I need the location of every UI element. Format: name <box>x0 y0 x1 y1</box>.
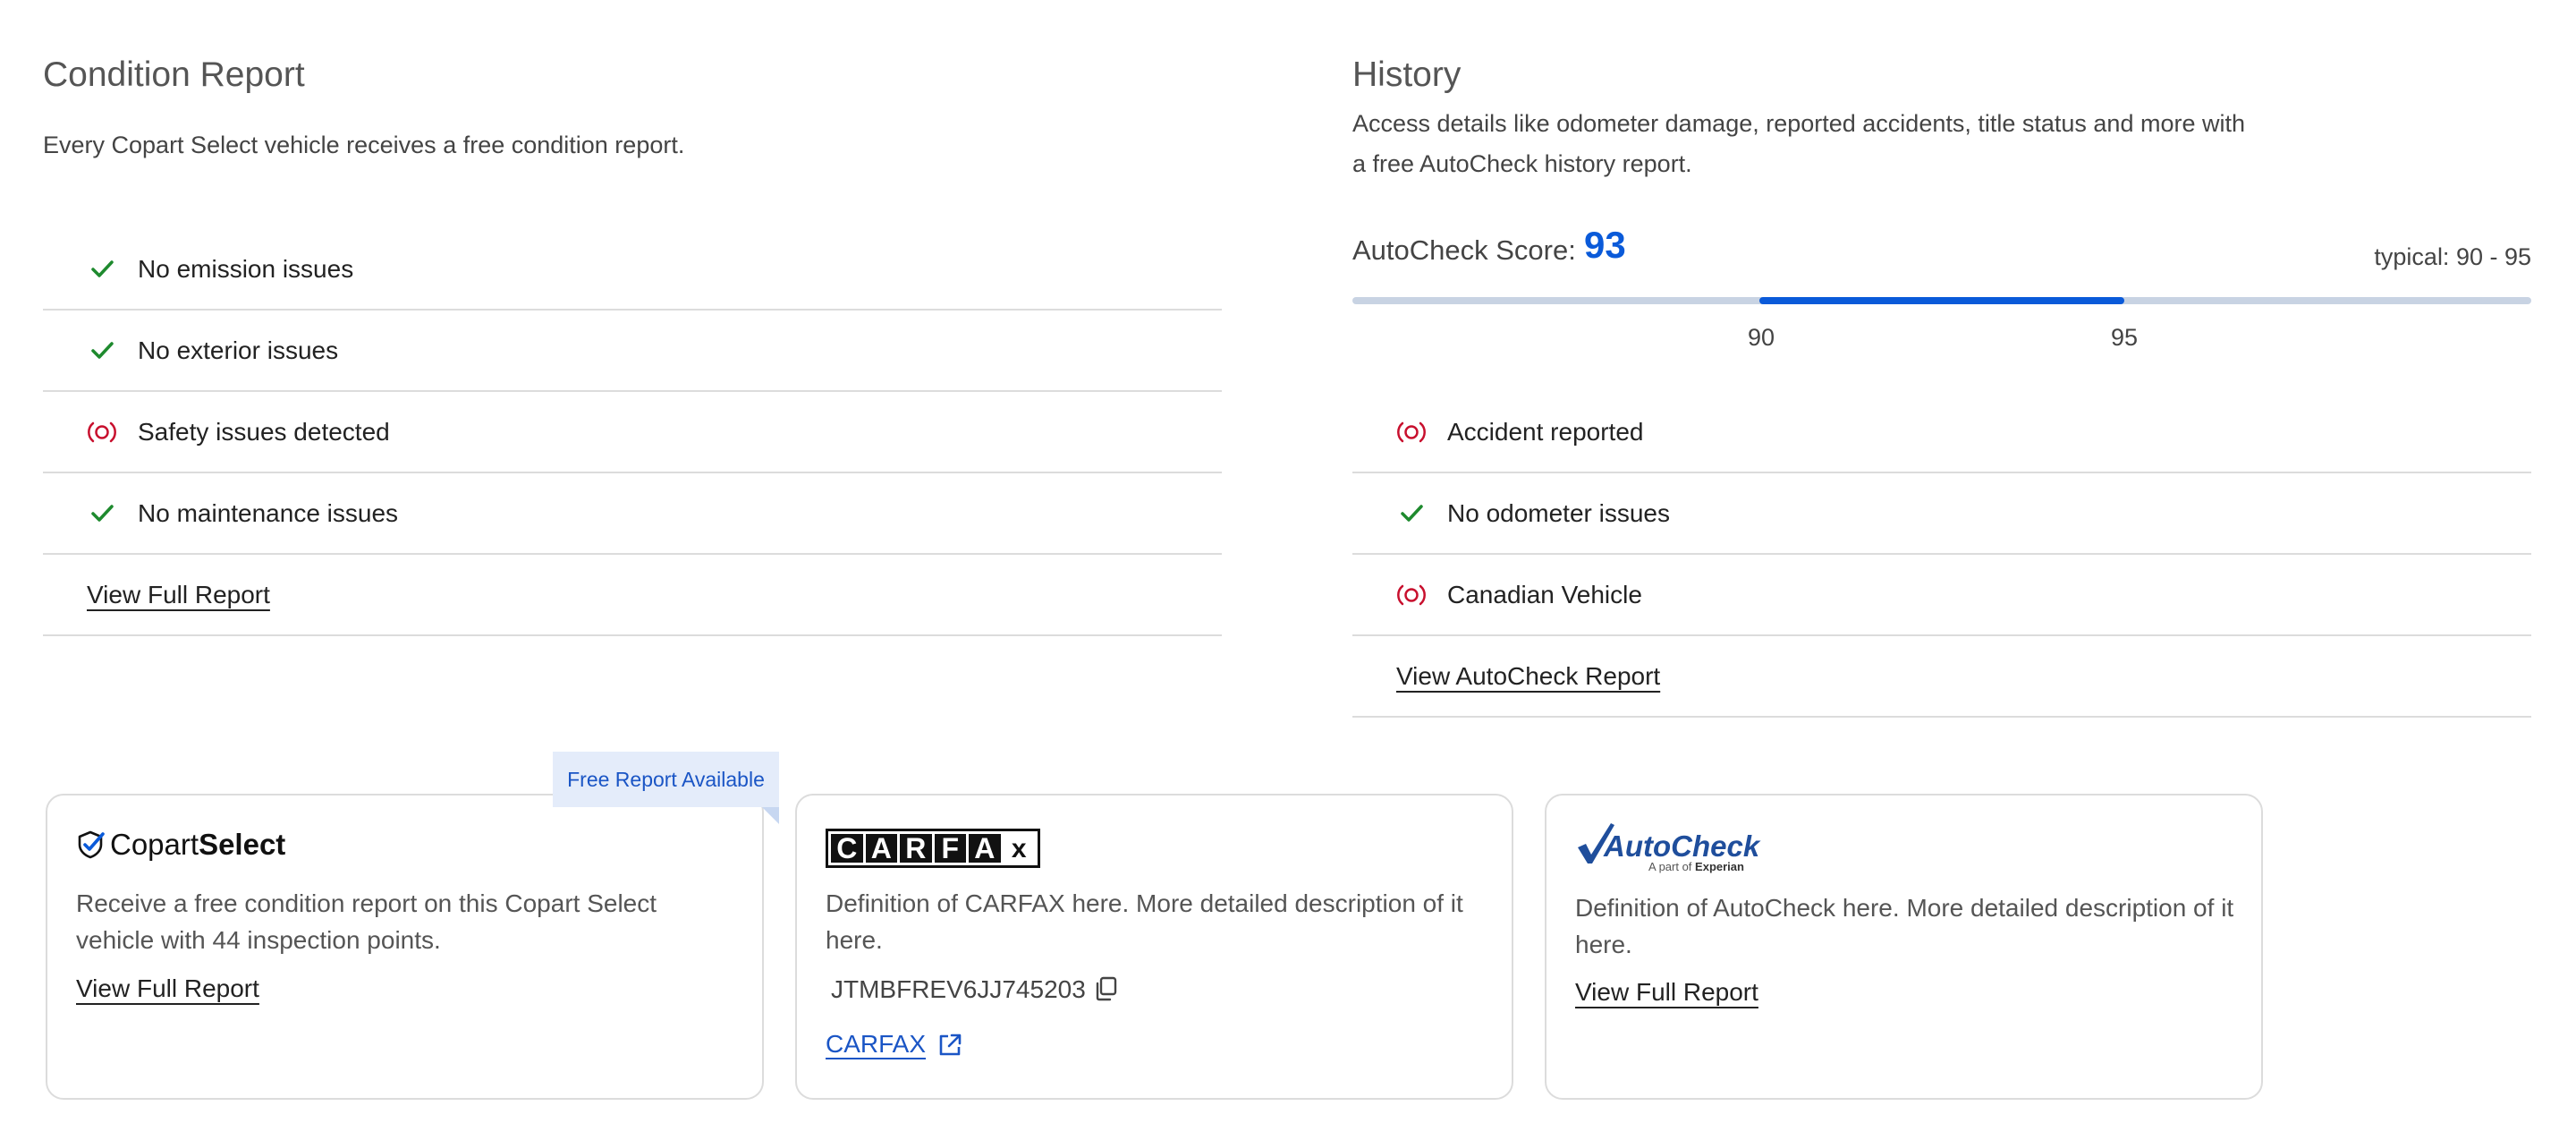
history-item: Canadian Vehicle <box>1352 555 2531 636</box>
autocheck-score-value: 93 <box>1584 224 1626 266</box>
check-icon <box>84 333 120 369</box>
condition-item: No maintenance issues <box>43 473 1222 555</box>
autocheck-logo-text: AutoCheck <box>1604 829 1760 863</box>
carfax-logo: CARFAx <box>826 829 1040 868</box>
external-link-icon[interactable] <box>936 1032 963 1059</box>
condition-item: Safety issues detected <box>43 392 1222 473</box>
history-subtitle: Access details like odometer damage, rep… <box>1352 110 2245 177</box>
check-icon <box>84 496 120 532</box>
copy-icon[interactable] <box>1092 974 1121 1003</box>
condition-item-label: No exterior issues <box>138 336 339 364</box>
history-item-label: Canadian Vehicle <box>1447 580 1642 608</box>
history-link-row: View AutoCheck Report <box>1352 636 2531 718</box>
view-full-report-link[interactable]: View Full Report <box>87 581 270 609</box>
autocheck-logo: AutoCheck A part of Experian <box>1575 821 1790 874</box>
typical-range-fill <box>1759 297 2124 304</box>
carfax-card-description: Definition of CARFAX here. More detailed… <box>826 889 1463 954</box>
select-logo-text: Select <box>199 828 286 861</box>
history-item: Accident reported <box>1352 392 2531 473</box>
condition-item: No emission issues <box>43 229 1222 311</box>
condition-item-label: Safety issues detected <box>138 417 390 446</box>
alert-icon <box>1394 414 1429 450</box>
check-icon <box>84 251 120 287</box>
experian-logo-text: Experian <box>1695 860 1744 873</box>
condition-link-row: View Full Report <box>43 555 1222 636</box>
free-report-badge: Free Report Available <box>553 752 779 807</box>
autocheck-logo-sub: A part of <box>1648 860 1692 873</box>
copart-select-card: Copart Select Receive a free condition re… <box>46 794 764 1100</box>
autocheck-view-full-report-link[interactable]: View Full Report <box>1575 978 1758 1007</box>
range-low-tick: 90 <box>1747 324 1775 351</box>
condition-report-subtitle: Every Copart Select vehicle receives a f… <box>43 132 685 158</box>
autocheck-card: AutoCheck A part of Experian Definition … <box>1545 794 2263 1100</box>
badge-tail <box>762 807 779 824</box>
condition-item-label: No maintenance issues <box>138 498 399 527</box>
autocheck-card-description: Definition of AutoCheck here. More detai… <box>1575 894 2234 958</box>
history-item: No odometer issues <box>1352 473 2531 555</box>
history-item-label: Accident reported <box>1447 417 1644 446</box>
alert-icon <box>1394 577 1429 613</box>
history-title: History <box>1352 55 1462 94</box>
score-range-bar <box>1352 297 2531 304</box>
typical-range-label: typical: 90 - 95 <box>2374 243 2531 270</box>
view-autocheck-report-link[interactable]: View AutoCheck Report <box>1396 662 1660 691</box>
range-high-tick: 95 <box>2110 324 2139 351</box>
copart-select-logo: Copart Select <box>76 828 285 862</box>
condition-report-title: Condition Report <box>43 55 305 94</box>
alert-icon <box>84 414 120 450</box>
shield-check-icon <box>78 830 105 859</box>
autocheck-score-label: AutoCheck Score: <box>1352 234 1576 266</box>
carfax-link[interactable]: CARFAX <box>826 1030 926 1059</box>
copart-logo-text: Copart <box>110 828 199 861</box>
condition-item: No exterior issues <box>43 311 1222 392</box>
copart-view-full-report-link[interactable]: View Full Report <box>76 974 259 1003</box>
condition-item-label: No emission issues <box>138 254 354 283</box>
copart-card-description: Receive a free condition report on this … <box>76 889 657 954</box>
vin-number: JTMBFREV6JJ745203 <box>831 975 1086 1003</box>
carfax-card: CARFAx Definition of CARFAX here. More d… <box>795 794 1513 1100</box>
check-icon <box>1394 496 1429 532</box>
history-item-label: No odometer issues <box>1447 498 1671 527</box>
